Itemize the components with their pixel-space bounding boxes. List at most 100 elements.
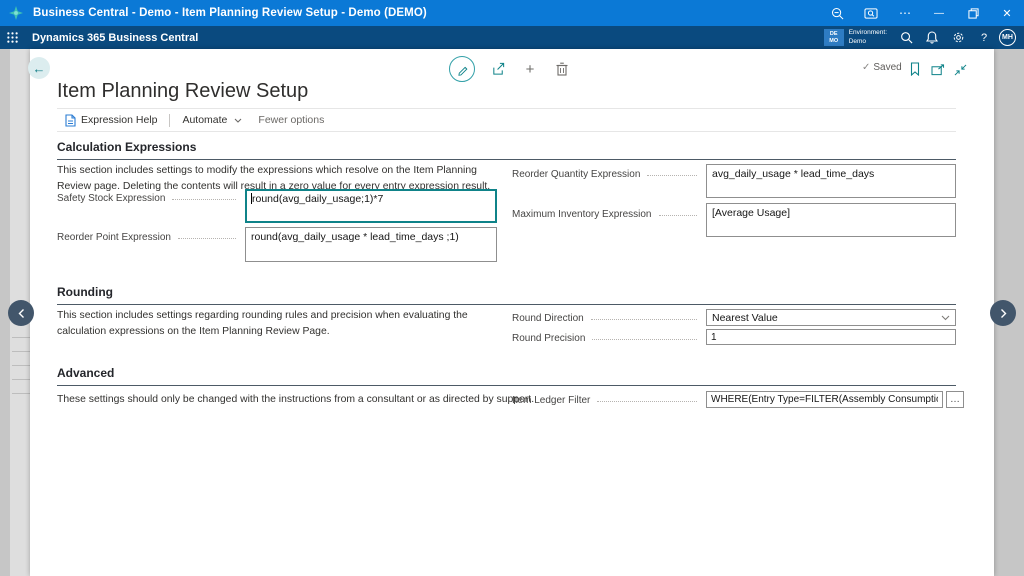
ellipsis-icon: … xyxy=(950,394,960,405)
environment-info: Environment: Demo xyxy=(849,29,887,45)
reorder-quantity-expression-input[interactable]: avg_daily_usage * lead_time_days xyxy=(706,164,956,198)
dotted-leader xyxy=(647,167,697,176)
settings-button[interactable] xyxy=(945,26,971,49)
app-launcher-button[interactable] xyxy=(0,26,24,49)
next-record-button[interactable] xyxy=(990,300,1016,326)
maximum-inventory-value: [Average Usage] xyxy=(712,207,790,219)
page-title: Item Planning Review Setup xyxy=(57,80,308,103)
dotted-leader xyxy=(597,393,697,402)
plus-icon: + xyxy=(526,61,535,78)
zoom-out-button[interactable] xyxy=(820,0,854,26)
item-ledger-filter-label: Item Ledger Filter xyxy=(512,393,590,406)
business-central-window: Business Central - Demo - Item Planning … xyxy=(0,0,1024,576)
automate-menu-button[interactable]: Automate xyxy=(174,109,250,131)
safety-stock-expression-input[interactable]: round(avg_daily_usage;1)*7 xyxy=(245,189,497,223)
calculation-expressions-heading[interactable]: Calculation Expressions xyxy=(57,140,956,160)
minimize-button[interactable]: — xyxy=(922,0,956,26)
chevron-right-icon xyxy=(999,308,1008,319)
environment-badge-line2: MO xyxy=(829,38,838,45)
open-in-window-icon xyxy=(931,64,945,76)
safety-stock-value: round(avg_daily_usage;1)*7 xyxy=(252,193,383,205)
minimize-icon: — xyxy=(934,8,944,19)
restore-icon xyxy=(968,8,979,19)
maximum-inventory-label: Maximum Inventory Expression xyxy=(512,207,652,220)
open-in-new-window-button[interactable] xyxy=(929,61,947,79)
reorder-quantity-value: avg_daily_usage * lead_time_days xyxy=(712,168,874,180)
environment-badge-line1: DE xyxy=(830,31,838,38)
command-divider xyxy=(169,114,170,127)
expression-help-label: Expression Help xyxy=(81,114,157,126)
environment-badge[interactable]: DE MO xyxy=(824,29,844,46)
search-in-window-icon xyxy=(864,7,878,20)
close-icon: ✕ xyxy=(1002,7,1011,20)
report-document-icon xyxy=(65,114,76,127)
item-ledger-filter-assist-button[interactable]: … xyxy=(946,391,964,408)
item-ledger-filter-input[interactable] xyxy=(706,391,943,408)
search-button[interactable] xyxy=(893,26,919,49)
app-header: Dynamics 365 Business Central DE MO Envi… xyxy=(0,26,1024,49)
dotted-leader xyxy=(659,207,698,216)
rounding-description: This section includes settings regarding… xyxy=(57,308,509,339)
back-button[interactable]: ← xyxy=(28,57,50,79)
reorder-point-value: round(avg_daily_usage * lead_time_days ;… xyxy=(251,231,459,243)
back-arrow-icon: ← xyxy=(33,61,46,76)
search-in-window-button[interactable] xyxy=(854,0,888,26)
more-icon: ⋯ xyxy=(899,6,911,20)
help-button[interactable]: ? xyxy=(971,26,997,49)
collapse-page-button[interactable] xyxy=(951,61,969,79)
expression-help-button[interactable]: Expression Help xyxy=(57,109,165,131)
advanced-heading[interactable]: Advanced xyxy=(57,366,956,386)
dotted-leader xyxy=(592,331,697,340)
share-button[interactable] xyxy=(489,60,507,78)
bookmark-button[interactable] xyxy=(906,60,924,78)
avatar-initials: MH xyxy=(1002,34,1013,41)
environment-label: Environment: xyxy=(849,29,887,37)
chevron-down-icon xyxy=(234,118,242,123)
automate-label: Automate xyxy=(182,114,227,126)
user-avatar[interactable]: MH xyxy=(999,29,1016,46)
edit-mode-button[interactable] xyxy=(449,56,475,82)
reorder-point-expression-input[interactable]: round(avg_daily_usage * lead_time_days ;… xyxy=(245,227,497,262)
collapse-icon xyxy=(954,64,967,76)
delete-button[interactable] xyxy=(553,60,571,78)
previous-record-button[interactable] xyxy=(8,300,34,326)
environment-name: Demo xyxy=(849,38,887,46)
maximum-inventory-expression-input[interactable]: [Average Usage] xyxy=(706,203,956,237)
safety-stock-field-row: Safety Stock Expression xyxy=(57,191,243,204)
restore-button[interactable] xyxy=(956,0,990,26)
round-precision-input[interactable] xyxy=(706,329,956,345)
share-icon xyxy=(491,62,506,76)
check-icon: ✓ xyxy=(862,62,870,73)
reorder-quantity-label: Reorder Quantity Expression xyxy=(512,167,640,180)
fewer-options-button[interactable]: Fewer options xyxy=(250,109,332,131)
window-title: Business Central - Demo - Item Planning … xyxy=(33,7,427,19)
notifications-button[interactable] xyxy=(919,26,945,49)
reorder-quantity-field-row: Reorder Quantity Expression xyxy=(512,167,704,180)
chevron-down-icon xyxy=(941,315,950,321)
round-direction-select[interactable]: Nearest Value xyxy=(706,309,956,326)
close-button[interactable]: ✕ xyxy=(990,0,1024,26)
round-direction-value: Nearest Value xyxy=(712,312,941,324)
new-record-button[interactable]: + xyxy=(521,60,539,78)
help-icon: ? xyxy=(981,32,987,44)
save-status-label: Saved xyxy=(873,62,901,73)
safety-stock-label: Safety Stock Expression xyxy=(57,191,165,204)
product-name[interactable]: Dynamics 365 Business Central xyxy=(32,32,198,44)
chevron-left-icon xyxy=(17,308,26,319)
window-titlebar: Business Central - Demo - Item Planning … xyxy=(0,0,1024,26)
round-precision-field-row: Round Precision xyxy=(512,331,704,344)
command-bar: Expression Help Automate Fewer options xyxy=(57,108,956,132)
bell-icon xyxy=(926,31,938,44)
reorder-point-label: Reorder Point Expression xyxy=(57,230,171,243)
round-precision-label: Round Precision xyxy=(512,331,585,344)
trash-icon xyxy=(556,62,568,76)
save-status: ✓ Saved xyxy=(862,62,902,73)
fewer-options-label: Fewer options xyxy=(258,114,324,126)
more-options-button[interactable]: ⋯ xyxy=(888,0,922,26)
item-ledger-filter-field-row: Item Ledger Filter xyxy=(512,393,704,406)
pencil-icon xyxy=(456,63,469,76)
search-icon xyxy=(900,31,913,44)
maximum-inventory-field-row: Maximum Inventory Expression xyxy=(512,207,704,220)
zoom-out-icon xyxy=(831,7,844,20)
rounding-heading[interactable]: Rounding xyxy=(57,285,956,305)
